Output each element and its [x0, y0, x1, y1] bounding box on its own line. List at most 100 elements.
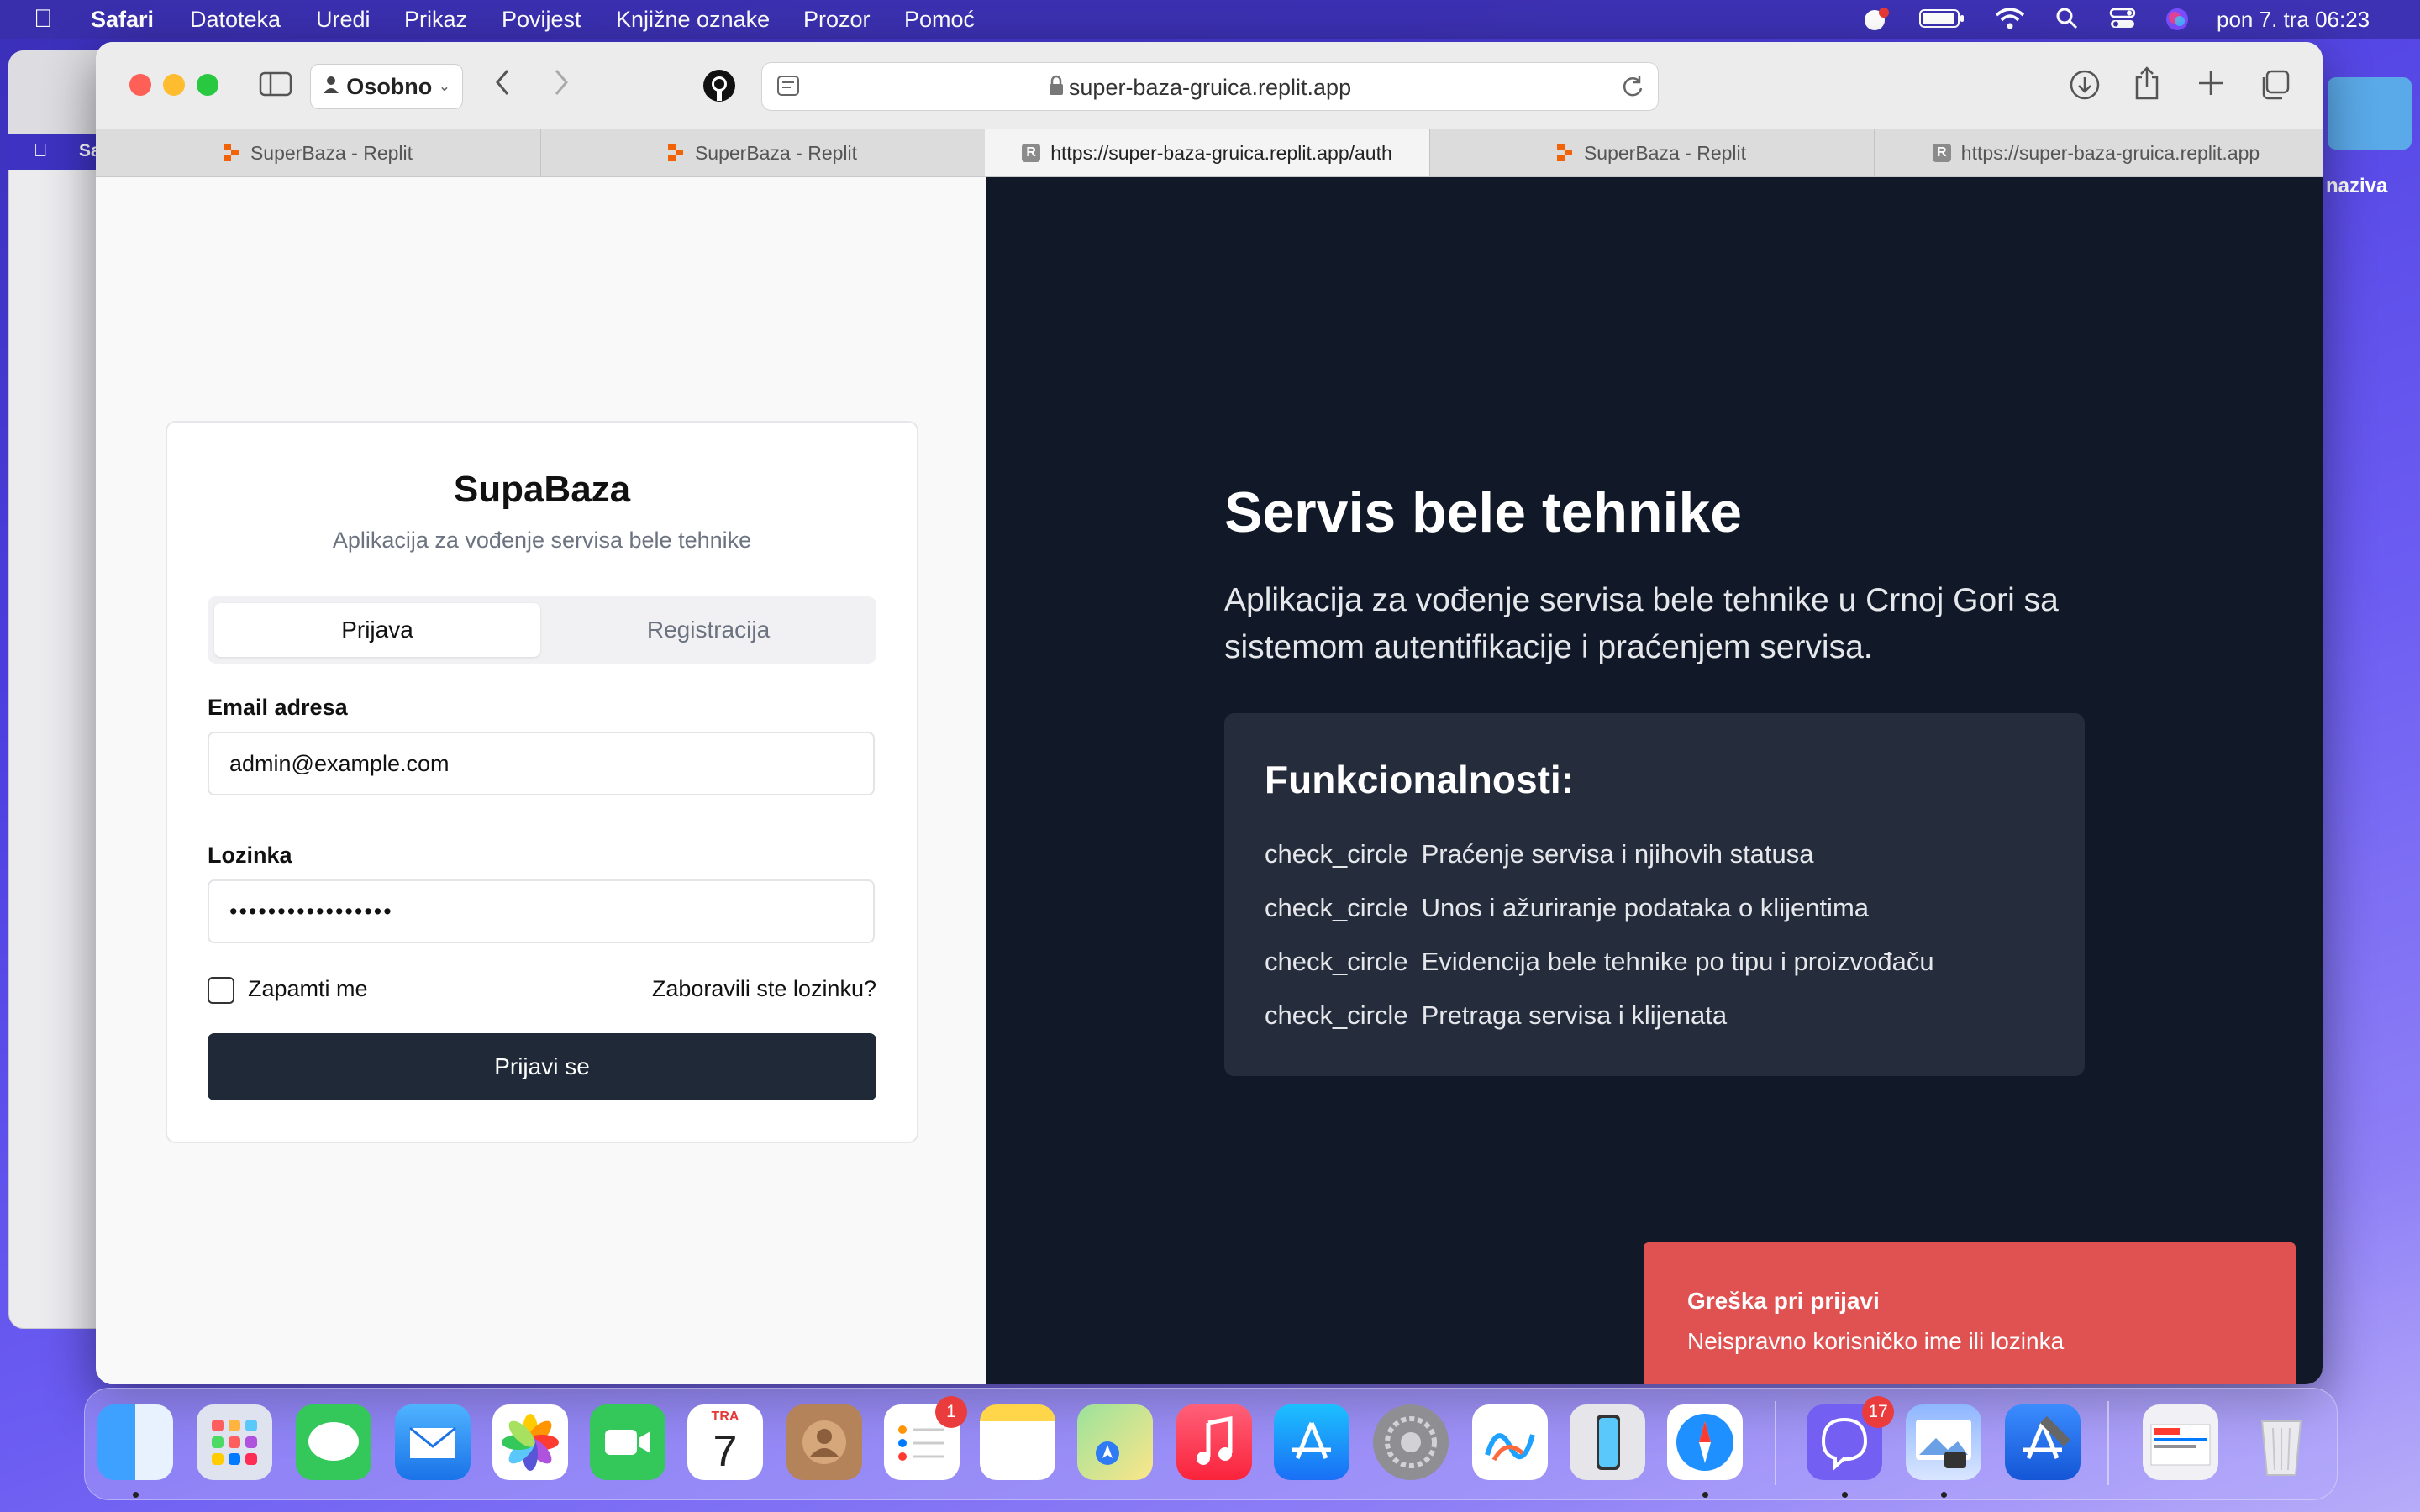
url-text[interactable]: super-baza-gruica.replit.app [762, 75, 1658, 101]
tab-title: SuperBaza - Replit [250, 141, 413, 164]
reminders-badge: 1 [935, 1396, 967, 1428]
check-circle-icon: check_circle [1265, 1000, 1408, 1030]
feature-item: check_circle Pretraga servisa i klijenata [1265, 1000, 1727, 1031]
chevron-down-icon: ⌄ [439, 80, 450, 94]
tab-register[interactable]: Registracija [547, 603, 870, 657]
toast-title: Greška pri prijavi [1687, 1288, 1880, 1314]
contacts-icon[interactable] [786, 1404, 862, 1480]
features-box: Funkcionalnosti: check_circle Praćenje se… [1224, 713, 2085, 1076]
freeform-icon[interactable] [1472, 1404, 1548, 1480]
siri-icon[interactable] [2165, 7, 2190, 38]
calendar-icon[interactable]: TRA 7 [687, 1404, 763, 1480]
replit-icon [1556, 144, 1574, 162]
music-icon[interactable] [1176, 1404, 1252, 1480]
feature-item: check_circle Unos i ažuriranje podataka o… [1265, 893, 1869, 923]
check-circle-icon: check_circle [1265, 947, 1408, 976]
system-settings-icon[interactable] [1373, 1404, 1449, 1480]
tab-overview-icon[interactable] [2259, 69, 2291, 108]
tab-auth-active[interactable]: R https://super-baza-gruica.replit.app/a… [985, 129, 1430, 176]
preview-icon[interactable] [1906, 1404, 1981, 1480]
password-field[interactable]: ••••••••••••••••• [208, 879, 875, 943]
check-circle-icon: check_circle [1265, 839, 1408, 869]
viber-badge: 17 [1862, 1396, 1894, 1428]
safari-icon[interactable] [1667, 1404, 1743, 1480]
finder-icon[interactable] [97, 1404, 173, 1480]
wifi-icon[interactable] [1995, 7, 2025, 36]
page-content: SupaBaza Aplikacija za vođenje servisa b… [96, 177, 2323, 1384]
tab-bar: SuperBaza - Replit SuperBaza - Replit R … [96, 129, 2323, 177]
feature-text: Pretraga servisa i klijenata [1421, 1000, 1728, 1030]
tab-superbaza-2[interactable]: SuperBaza - Replit [540, 129, 986, 176]
spotlight-search-icon[interactable] [2055, 7, 2079, 36]
tab-title: SuperBaza - Replit [1583, 141, 1747, 164]
desktop-folder-label[interactable]: naziva [2326, 175, 2387, 198]
app-store-icon[interactable] [1274, 1404, 1349, 1480]
remember-label[interactable]: Zapamti me [248, 976, 368, 1002]
messages-icon[interactable] [296, 1404, 371, 1480]
viber-status-icon[interactable] [1862, 7, 1889, 39]
photos-icon[interactable] [492, 1404, 568, 1480]
address-bar[interactable]: super-baza-gruica.replit.app [761, 62, 1659, 111]
close-window-button[interactable] [129, 74, 151, 96]
r-letter-icon: R [1932, 144, 1951, 162]
forward-icon[interactable] [551, 67, 571, 104]
apple-menu-icon:  [34, 139, 48, 161]
forgot-password-link[interactable]: Zaboravili ste lozinku? [652, 976, 876, 1002]
share-icon[interactable] [2133, 66, 2161, 108]
menu-item-view[interactable]: Prikaz [404, 7, 467, 33]
dock-separator [2107, 1401, 2109, 1485]
menu-item-window[interactable]: Prozor [803, 7, 871, 33]
browser-toolbar: Osobno ⌄ super-baza-gruica.replit.app [96, 42, 2323, 130]
downloads-icon[interactable] [2069, 69, 2101, 108]
mail-icon[interactable] [395, 1404, 471, 1480]
tab-title: https://super-baza-gruica.replit.app [1960, 141, 2260, 164]
login-button[interactable]: Prijavi se [208, 1033, 876, 1100]
battery-icon[interactable] [1919, 7, 1965, 36]
clock[interactable]: pon 7. tra 06:23 [2217, 7, 2370, 33]
back-icon[interactable] [492, 67, 513, 104]
tab-superbaza-1[interactable]: SuperBaza - Replit [96, 129, 541, 176]
error-toast[interactable]: Greška pri prijavi Neispravno korisničko… [1644, 1242, 2296, 1384]
menu-item-file[interactable]: Datoteka [190, 7, 281, 33]
folder-icon[interactable] [2328, 77, 2412, 150]
menu-item-bookmarks[interactable]: Knjižne oznake [616, 7, 770, 33]
reload-icon[interactable] [1621, 75, 1644, 102]
running-indicator [1842, 1492, 1848, 1498]
xcode-icon[interactable] [2005, 1404, 2081, 1480]
sidebar-toggle-icon[interactable] [259, 71, 292, 104]
minimize-window-button[interactable] [163, 74, 185, 96]
menu-item-help[interactable]: Pomoć [904, 7, 975, 33]
iphone-mirroring-icon[interactable] [1570, 1404, 1645, 1480]
tab-replit-app[interactable]: R https://super-baza-gruica.replit.app [1874, 129, 2318, 176]
zoom-window-button[interactable] [197, 74, 218, 96]
remember-checkbox[interactable] [208, 977, 234, 1004]
control-center-icon[interactable] [2109, 7, 2136, 36]
menu-app-name[interactable]: Safari [91, 7, 154, 33]
profile-selector[interactable]: Osobno ⌄ [310, 64, 463, 109]
tab-title: https://super-baza-gruica.replit.app/aut… [1050, 141, 1392, 164]
menu-bar:  Safari Datoteka Uredi Prikaz Povijest … [0, 0, 2420, 39]
features-title: Funkcionalnosti: [1265, 758, 1574, 801]
menu-item-history[interactable]: Povijest [502, 7, 581, 33]
apple-menu-icon[interactable]:  [34, 5, 53, 34]
menu-item-edit[interactable]: Uredi [316, 7, 371, 33]
running-indicator [1941, 1492, 1947, 1498]
tab-superbaza-3[interactable]: SuperBaza - Replit [1429, 129, 1875, 176]
maps-icon[interactable] [1077, 1404, 1153, 1480]
tab-login[interactable]: Prijava [214, 603, 540, 657]
toast-message: Neispravno korisničko ime ili lozinka [1687, 1328, 2065, 1354]
downloads-stack-icon[interactable] [2143, 1404, 2218, 1480]
facetime-icon[interactable] [590, 1404, 666, 1480]
replit-icon [667, 144, 685, 162]
auth-tabs: Prijava Registracija [208, 596, 876, 664]
app-title: SupaBaza [453, 469, 631, 510]
email-field[interactable]: admin@example.com [208, 732, 875, 795]
notes-icon[interactable] [980, 1404, 1055, 1480]
launchpad-icon[interactable] [197, 1404, 272, 1480]
hero-title: Servis bele tehnike [1224, 480, 1743, 544]
new-tab-icon[interactable] [2196, 69, 2225, 104]
safari-window: Osobno ⌄ super-baza-gruica.replit.app Su… [96, 42, 2323, 1384]
tab-title: SuperBaza - Replit [694, 141, 858, 164]
github-icon[interactable] [702, 69, 736, 109]
trash-icon[interactable] [2244, 1404, 2319, 1480]
